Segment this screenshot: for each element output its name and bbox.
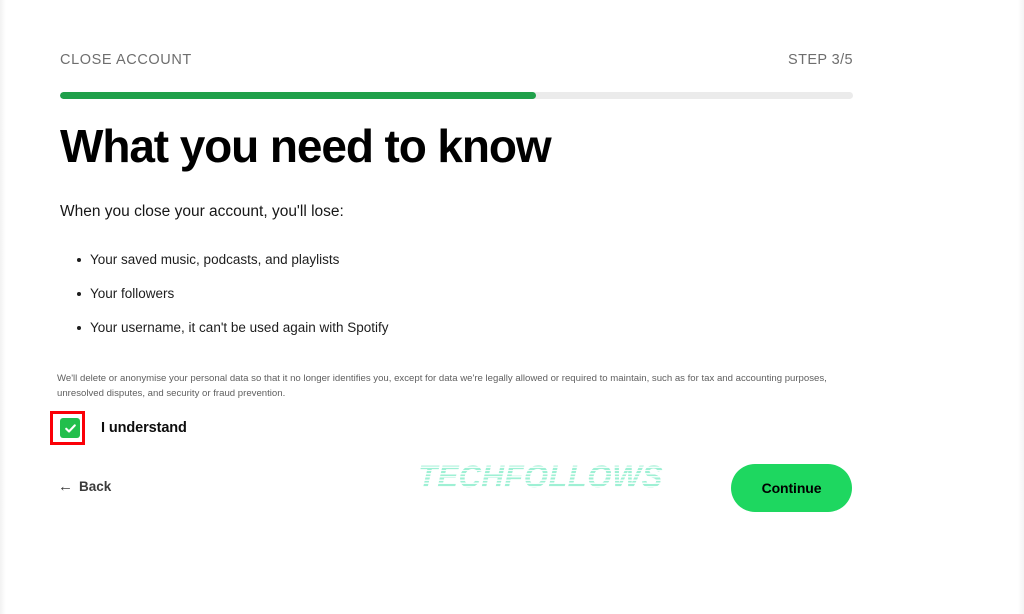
watermark: TECHFOLLOWS [417,459,663,495]
bullet-icon [77,326,81,330]
page-background: CLOSE ACCOUNT STEP 3/5 What you need to … [0,0,1024,614]
back-link[interactable]: ← Back [58,479,111,494]
wizard-header: CLOSE ACCOUNT STEP 3/5 [60,52,853,68]
list-item: Your saved music, podcasts, and playlist… [60,252,760,268]
list-item-label: Your saved music, podcasts, and playlist… [90,252,340,267]
check-icon [64,422,77,435]
flow-title: CLOSE ACCOUNT [60,52,192,68]
step-indicator: STEP 3/5 [788,52,853,68]
consequences-list: Your saved music, podcasts, and playlist… [60,252,760,354]
watermark-text: TECHFOLLOWS [417,459,664,494]
list-item: Your username, it can't be used again wi… [60,320,760,336]
progress-bar-fill [60,92,536,99]
i-understand-label[interactable]: I understand [101,420,187,436]
close-account-wizard: CLOSE ACCOUNT STEP 3/5 What you need to … [50,0,853,614]
back-link-label: Back [79,479,112,494]
page-edge-left [0,0,6,614]
consent-row: I understand [50,411,187,445]
bullet-icon [77,292,81,296]
list-item: Your followers [60,286,760,302]
legal-disclaimer: We'll delete or anonymise your personal … [57,373,827,399]
list-item-label: Your followers [90,286,175,301]
page-title: What you need to know [60,120,552,172]
i-understand-checkbox[interactable] [60,418,80,438]
page-edge-right [1018,0,1024,614]
arrow-left-icon: ← [58,478,73,495]
intro-text: When you close your account, you'll lose… [60,203,344,220]
progress-bar [60,92,853,99]
list-item-label: Your username, it can't be used again wi… [90,320,389,335]
bullet-icon [77,258,81,262]
continue-button[interactable]: Continue [731,464,852,512]
